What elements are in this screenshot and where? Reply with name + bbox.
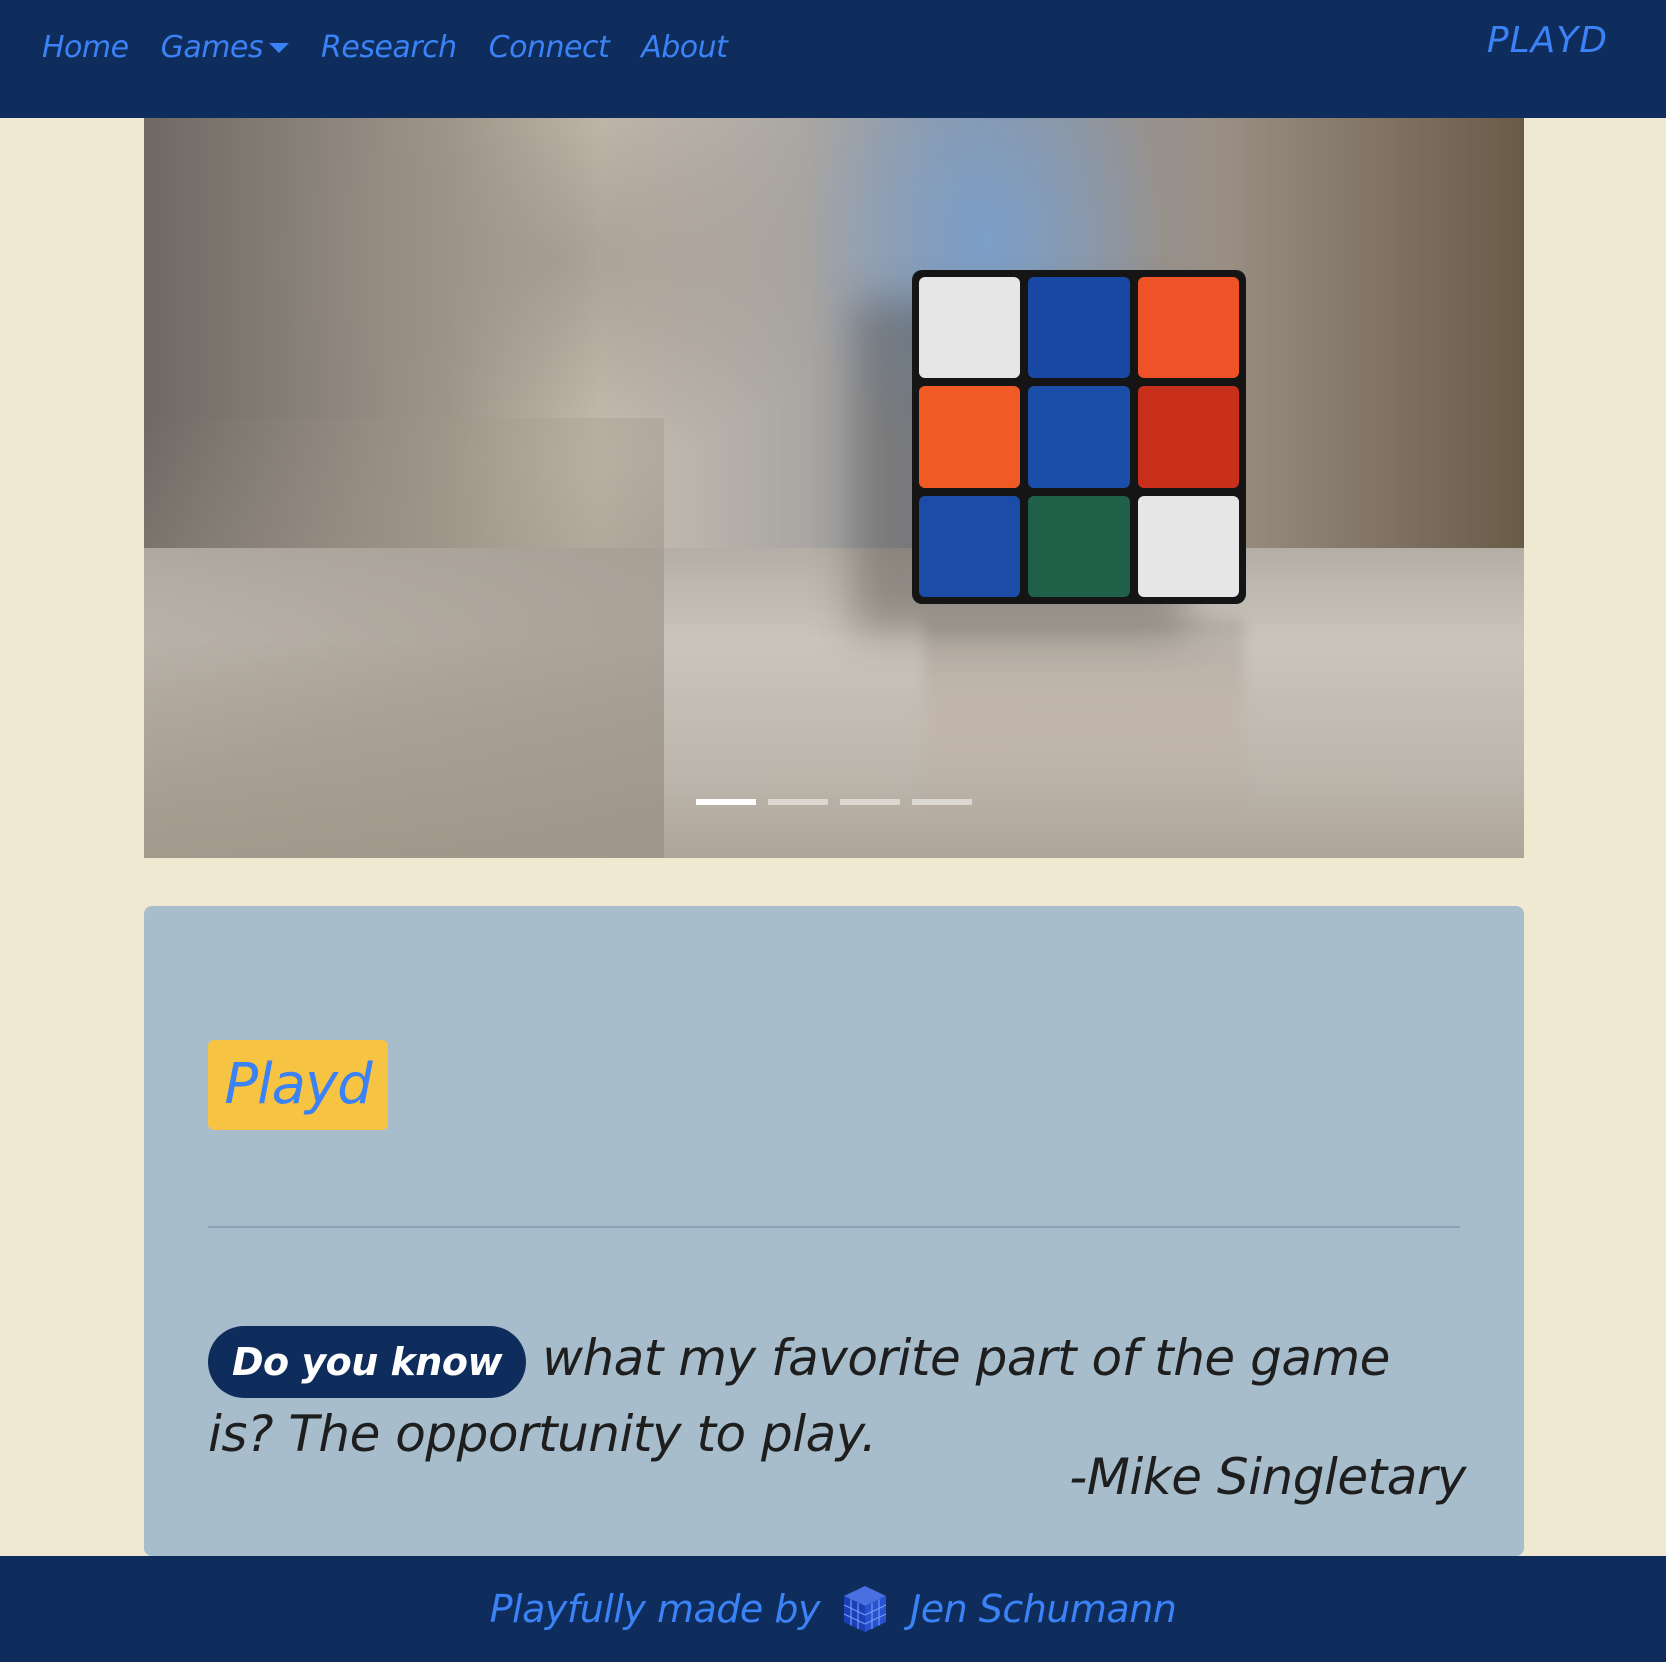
carousel-floor-shadow [144, 418, 664, 858]
nav-research[interactable]: Research [321, 30, 457, 65]
cube-logo-icon [842, 1584, 888, 1634]
nav-home[interactable]: Home [42, 30, 129, 65]
cube-sticker [919, 386, 1021, 488]
brand-logo[interactable]: PLAYD [1487, 20, 1608, 61]
quote-author: -Mike Singletary [1069, 1448, 1466, 1506]
cube-sticker [1137, 495, 1239, 597]
cube-sticker [1028, 386, 1130, 488]
cube-sticker [919, 495, 1021, 597]
card-divider [208, 1226, 1460, 1228]
quote-card: Playd Do you know what my favorite part o… [144, 906, 1524, 1556]
footer-author-link[interactable]: Jen Schumann [910, 1587, 1177, 1631]
nav-games-label: Games [160, 30, 264, 65]
carousel-indicator[interactable] [840, 799, 900, 805]
nav-connect[interactable]: Connect [489, 30, 610, 65]
footer-text: Playfully made by [489, 1587, 821, 1631]
carousel-indicator[interactable] [912, 799, 972, 805]
nav-links: Home Games Research Connect About [42, 30, 759, 65]
footer: Playfully made by Jen Schumann [0, 1556, 1666, 1662]
rubiks-cube-image [912, 270, 1246, 604]
hero-carousel[interactable] [144, 118, 1524, 858]
quote-pill: Do you know [208, 1325, 527, 1398]
cube-reflection [924, 618, 1244, 818]
carousel-indicator[interactable] [696, 799, 756, 805]
carousel-indicator[interactable] [768, 799, 828, 805]
card-title-badge: Playd [208, 1040, 388, 1130]
cube-sticker [919, 277, 1021, 379]
cube-sticker [1137, 277, 1239, 379]
nav-about[interactable]: About [641, 30, 728, 65]
nav-games-dropdown[interactable]: Games [160, 30, 290, 65]
navbar: Home Games Research Connect About PLAYD [0, 0, 1666, 118]
cube-sticker [1137, 386, 1239, 488]
cube-sticker [1028, 495, 1130, 597]
carousel-indicators [696, 799, 984, 805]
caret-down-icon [269, 42, 290, 53]
cube-sticker [1028, 277, 1130, 379]
